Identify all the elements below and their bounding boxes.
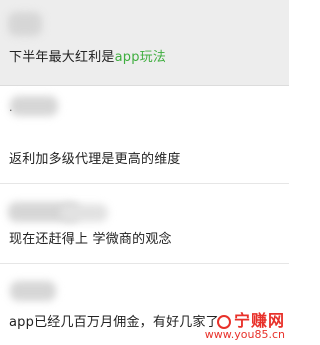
- message-text-prefix: 下半年最大红利是: [9, 50, 115, 65]
- avatar-placeholder: [10, 96, 58, 116]
- message-item[interactable]: 下半年最大红利是app玩法: [0, 0, 289, 86]
- watermark-logo-icon: [216, 314, 231, 329]
- message-item[interactable]: · 返利加多级代理是更高的维度: [0, 86, 289, 184]
- message-item[interactable]: app已经几百万月佣金，有好几家了 宁赚网 www.you85.cn: [0, 264, 289, 345]
- watermark-url: www.you85.cn: [204, 328, 285, 341]
- message-item[interactable]: 现在还赶得上 学微商的观念: [0, 184, 289, 264]
- avatar-placeholder: [60, 204, 108, 222]
- watermark-brand: 宁赚网: [205, 313, 285, 329]
- message-text: 下半年最大红利是app玩法: [9, 46, 166, 65]
- message-text: app已经几百万月佣金，有好几家了: [9, 315, 219, 330]
- message-text: 现在还赶得上 学微商的观念: [9, 232, 172, 247]
- message-text: 返利加多级代理是更高的维度: [9, 152, 181, 167]
- watermark: 宁赚网 www.you85.cn: [205, 313, 285, 341]
- avatar-placeholder: [10, 281, 56, 301]
- bullet-dot: ·: [9, 104, 13, 117]
- avatar-placeholder: [8, 12, 42, 36]
- message-text-highlight: app玩法: [114, 50, 167, 65]
